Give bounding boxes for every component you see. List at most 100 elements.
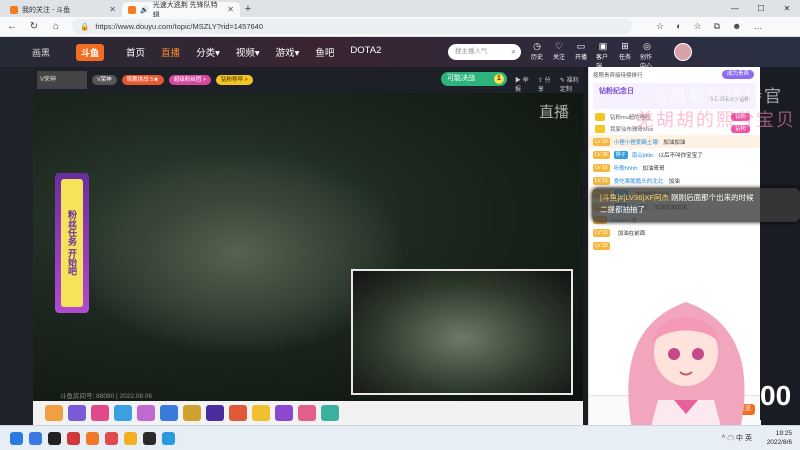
favorite-icon[interactable]: ☆ xyxy=(656,21,664,32)
taskbar-app-icon[interactable] xyxy=(162,431,175,445)
nav-live[interactable]: 直播 xyxy=(161,45,180,59)
more-icon[interactable]: … xyxy=(754,21,763,32)
taskbar-app-icon[interactable] xyxy=(143,431,156,445)
video-player[interactable]: 直播 粉丝任务 开始吧 斗鱼房间号: 88080 | 2022.08.06 xyxy=(33,93,583,401)
chat-message[interactable]: LV 16 加油在前面 xyxy=(589,226,760,239)
douyu-favicon-icon xyxy=(10,5,18,14)
gift-icon[interactable] xyxy=(229,405,247,421)
browser-tab-bar: 我的关注 - 斗鱼 ✕ 🔊 光速大逃荆 先锋队特辑 ✕ + — ☐ ✕ xyxy=(0,0,800,19)
chat-message[interactable]: LV 29 小狸小狸爱踢土壤: 加油加油 xyxy=(589,135,760,148)
maximize-button[interactable]: ☐ xyxy=(748,0,774,17)
fight-counter[interactable]: 可能决战 1 xyxy=(441,72,507,86)
nav-video[interactable]: 视频▾ xyxy=(236,45,260,59)
vtuber-avatar xyxy=(628,302,745,430)
partial-overlay-text: 00 xyxy=(760,380,800,420)
collections-icon[interactable]: ⧉ xyxy=(714,21,720,32)
speaker-icon[interactable]: 🔊 xyxy=(140,6,149,14)
system-tray[interactable]: ^ ☁ 中 英 xyxy=(722,433,752,443)
creator-button[interactable]: ◎创作中心 xyxy=(640,41,654,70)
follow-button[interactable]: ♡ 关注 xyxy=(552,41,566,70)
chat-text: 加油在前面 xyxy=(617,230,646,237)
gift-icon[interactable] xyxy=(45,405,63,421)
chat-message[interactable]: LV 28 狮子 南山jdde: 以后不叫你宝宝了 xyxy=(589,148,760,161)
nav-dota2[interactable]: DOTA2 xyxy=(350,45,381,59)
fan-club-badge[interactable]: 超级粉丝团 > xyxy=(168,75,212,85)
close-window-button[interactable]: ✕ xyxy=(774,0,800,17)
taskbar-app-icon[interactable] xyxy=(86,431,99,445)
reload-icon[interactable]: ↻ xyxy=(28,21,40,32)
chat-message[interactable]: LV 16 爱吃果脆脆头的北北: 加油 xyxy=(589,174,760,187)
taskbar-app-icon[interactable] xyxy=(67,431,80,445)
fan-task-banner[interactable]: 粉丝任务 开始吧 xyxy=(55,173,89,313)
gift-icon[interactable] xyxy=(183,405,201,421)
history-button[interactable]: ◷ 历史 xyxy=(530,41,544,70)
taskbar-app-icon[interactable] xyxy=(105,431,118,445)
taskbar-app-icon[interactable] xyxy=(124,431,137,445)
gift-icon[interactable] xyxy=(252,405,270,421)
extension-icon[interactable]: ◐ xyxy=(676,21,681,32)
anchor-avatar[interactable]: V荣神 xyxy=(37,71,87,89)
page-background-left xyxy=(0,67,33,425)
challenge-badge[interactable]: 佩戴挑战 5★ xyxy=(121,75,164,85)
home-icon[interactable]: ⌂ xyxy=(50,21,62,32)
system-clock[interactable]: 19:25 2022/8/6 xyxy=(767,429,792,447)
gift-icon[interactable] xyxy=(298,405,316,421)
gift-icon[interactable] xyxy=(321,405,339,421)
start-icon[interactable] xyxy=(10,431,23,445)
chat-username[interactable]: 南山jdde: xyxy=(632,151,655,159)
nav-home[interactable]: 首页 xyxy=(126,45,145,59)
tab-close-icon[interactable]: ✕ xyxy=(109,5,116,14)
chat-username[interactable]: 听歌hhhh: xyxy=(614,164,639,172)
search-input[interactable]: 搜主播人气 ⌕ xyxy=(448,44,521,60)
nav-category[interactable]: 分类▾ xyxy=(196,45,220,59)
minimize-button[interactable]: — xyxy=(722,0,748,17)
level-badge: LV 16 xyxy=(593,228,610,237)
chat-text: 以后不叫你宝宝了 xyxy=(658,152,703,159)
gift-icon[interactable] xyxy=(160,405,178,421)
share-button[interactable]: ⇪ 分享 xyxy=(538,75,552,93)
taskbar-app-icon[interactable] xyxy=(29,431,42,445)
douyu-logo[interactable]: 斗鱼 xyxy=(76,43,105,61)
level-badge[interactable]: V荣神 xyxy=(92,75,117,85)
gift-icon[interactable] xyxy=(68,405,86,421)
danmu-text: 刚刚后面那个出来的时候 xyxy=(671,193,754,202)
url-field[interactable]: 🔒 https://www.douyu.com/topic/MSZLY?rid=… xyxy=(72,19,632,34)
diamond-fan-badge[interactable]: 钻粉称呼 > xyxy=(216,75,253,85)
start-live-button[interactable]: ▭ 开播 xyxy=(574,41,588,70)
gift-icon[interactable] xyxy=(137,405,155,421)
browser-tab-live[interactable]: 🔊 光速大逃荆 先锋队特辑 ✕ xyxy=(122,2,240,19)
chat-message[interactable]: LV 16 听歌hhhh: 加油哥哥 xyxy=(589,161,760,174)
clock-time: 19:25 xyxy=(775,430,792,437)
taskbar-app-icon[interactable] xyxy=(48,431,61,445)
stream-overlay-title: 上周最佳接待官 xyxy=(650,87,783,106)
browser-tab-follow[interactable]: 我的关注 - 斗鱼 ✕ xyxy=(4,2,122,17)
gift-bar xyxy=(33,401,583,425)
client-button[interactable]: ▣客户端 xyxy=(596,41,610,70)
task-button[interactable]: ⊞ 任务 xyxy=(618,41,632,70)
favorites-icon[interactable]: ☆ xyxy=(694,21,702,32)
gift-icon[interactable] xyxy=(114,405,132,421)
chat-username[interactable]: 小狸小狸爱踢土壤: xyxy=(614,138,660,146)
nav-yuba[interactable]: 鱼吧 xyxy=(315,45,334,59)
level-badge: LV 28 xyxy=(593,150,610,159)
tab-close-icon[interactable]: ✕ xyxy=(227,5,234,14)
follow-label: 关注 xyxy=(552,55,565,61)
level-badge: LV 33 xyxy=(593,241,610,250)
chat-username[interactable]: 爱吃果脆脆头的北北: xyxy=(614,177,665,185)
search-icon[interactable]: ⌕ xyxy=(512,44,516,60)
picture-in-picture[interactable] xyxy=(351,269,573,395)
custom-button[interactable]: ✎ 福利定制 xyxy=(560,75,583,93)
chat-message[interactable]: LV 33 xyxy=(589,239,760,252)
report-button[interactable]: ▶ 举报 xyxy=(515,75,530,93)
gift-icon[interactable] xyxy=(275,405,293,421)
profile-icon[interactable]: ☻ xyxy=(732,21,741,32)
back-icon[interactable]: ← xyxy=(6,21,18,32)
nav-games[interactable]: 游戏▾ xyxy=(276,45,300,59)
gift-icon[interactable] xyxy=(91,405,109,421)
chat-text: 加油 xyxy=(668,178,680,185)
gift-icon[interactable] xyxy=(206,405,224,421)
become-vip-button[interactable]: 成为贵宾 xyxy=(721,70,754,79)
new-tab-button[interactable]: + xyxy=(240,2,256,17)
live-watermark: 直播 xyxy=(538,104,569,121)
user-avatar[interactable] xyxy=(674,43,692,61)
